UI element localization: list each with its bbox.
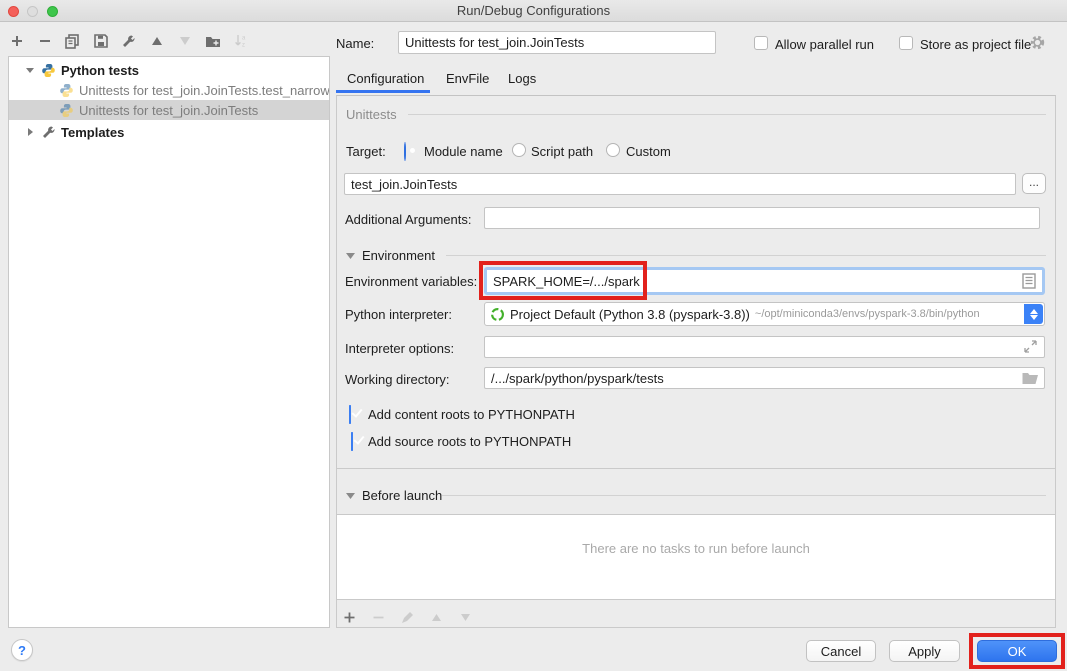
before-launch-toolbar [341, 609, 474, 626]
interpreter-path: ~/opt/miniconda3/envs/pyspark-3.8/bin/py… [755, 308, 980, 320]
edit-task-icon [399, 609, 416, 626]
interpreter-options-input[interactable] [484, 336, 1045, 358]
new-folder-icon[interactable] [204, 33, 221, 50]
active-tab-indicator [336, 90, 430, 93]
move-task-down-icon [457, 609, 474, 626]
add-task-icon[interactable] [341, 609, 358, 626]
section-divider [336, 468, 1056, 469]
environment-variables-input[interactable]: SPARK_HOME=/.../spark [484, 267, 1045, 295]
tab-configuration[interactable]: Configuration [347, 71, 424, 86]
move-task-up-icon [428, 609, 445, 626]
sort-alphabetically-icon: az [232, 33, 249, 50]
name-input[interactable] [398, 31, 716, 54]
title-bar: Run/Debug Configurations [0, 0, 1067, 22]
before-launch-empty-text: There are no tasks to run before launch [336, 541, 1056, 556]
target-module-name-radio[interactable] [404, 142, 406, 161]
help-label: ? [18, 643, 26, 658]
window-title: Run/Debug Configurations [0, 3, 1067, 18]
conda-environment-icon [490, 307, 505, 322]
python-icon [41, 63, 56, 78]
python-test-icon [59, 83, 74, 98]
unittests-group-title: Unittests [346, 107, 397, 122]
group-divider [408, 114, 1046, 115]
target-label: Target: [346, 144, 386, 159]
tree-item-label: Templates [61, 125, 124, 140]
store-as-project-file-checkbox[interactable] [899, 36, 913, 50]
target-script-path-label: Script path [531, 144, 593, 159]
edit-templates-icon[interactable] [120, 33, 137, 50]
python-test-icon [59, 103, 74, 118]
target-module-name-label: Module name [424, 144, 503, 159]
working-directory-input[interactable] [484, 367, 1045, 389]
target-custom-label: Custom [626, 144, 671, 159]
wrench-icon [41, 125, 56, 140]
ok-button[interactable]: OK [977, 640, 1057, 662]
add-source-roots-label: Add source roots to PYTHONPATH [368, 434, 571, 449]
environment-variables-label: Environment variables: [345, 274, 477, 289]
save-configuration-icon[interactable] [92, 33, 109, 50]
group-divider [446, 255, 1046, 256]
folder-icon[interactable] [1022, 371, 1039, 384]
tree-item-templates[interactable]: Templates [9, 122, 329, 142]
add-source-roots-checkbox[interactable] [351, 432, 353, 451]
before-launch-section-title: Before launch [362, 488, 442, 503]
interpreter-options-label: Interpreter options: [345, 341, 454, 356]
move-down-icon [176, 33, 193, 50]
additional-arguments-input[interactable] [484, 207, 1040, 229]
browse-button[interactable]: ... [1022, 173, 1046, 194]
help-button[interactable]: ? [11, 639, 33, 661]
name-label: Name: [336, 36, 374, 51]
remove-task-icon [370, 609, 387, 626]
target-script-path-radio[interactable] [512, 143, 526, 157]
apply-button[interactable]: Apply [889, 640, 960, 662]
store-as-project-file-label: Store as project file [920, 37, 1031, 52]
show-variables-icon[interactable] [1022, 273, 1036, 289]
target-custom-radio[interactable] [606, 143, 620, 157]
configurations-tree: Python tests Unittests for test_join.Joi… [8, 56, 330, 628]
remove-configuration-icon[interactable] [36, 33, 53, 50]
group-divider [442, 495, 1046, 496]
collapse-before-launch-icon[interactable] [346, 492, 355, 500]
collapse-environment-icon[interactable] [346, 252, 355, 260]
tree-item-label: Python tests [61, 63, 139, 78]
move-up-icon[interactable] [148, 33, 165, 50]
tab-envfile[interactable]: EnvFile [446, 71, 489, 86]
working-directory-label: Working directory: [345, 372, 450, 387]
tree-item-jointests-selected[interactable]: Unittests for test_join.JoinTests [9, 100, 329, 120]
chevron-down-icon[interactable] [25, 65, 35, 75]
tree-item-test-narrow[interactable]: Unittests for test_join.JoinTests.test_n… [9, 80, 329, 100]
add-configuration-icon[interactable] [8, 33, 25, 50]
tab-logs[interactable]: Logs [508, 71, 536, 86]
allow-parallel-run-label: Allow parallel run [775, 37, 874, 52]
expand-field-icon[interactable] [1024, 340, 1037, 353]
svg-text:a: a [242, 36, 246, 42]
environment-section-title: Environment [362, 248, 435, 263]
interpreter-dropdown-stepper[interactable] [1024, 304, 1043, 324]
allow-parallel-run-checkbox[interactable] [754, 36, 768, 50]
before-launch-task-list[interactable] [336, 514, 1056, 600]
interpreter-value: Project Default (Python 3.8 (pyspark-3.8… [510, 307, 750, 322]
tree-item-label: Unittests for test_join.JoinTests.test_n… [79, 83, 329, 98]
tree-item-python-tests[interactable]: Python tests [9, 60, 329, 80]
tree-item-label: Unittests for test_join.JoinTests [79, 103, 258, 118]
svg-text:z: z [242, 43, 245, 49]
gear-icon[interactable] [1029, 34, 1046, 56]
python-interpreter-label: Python interpreter: [345, 307, 452, 322]
configurations-toolbar: az [8, 30, 249, 52]
environment-variables-value: SPARK_HOME=/.../spark [487, 274, 1022, 289]
add-content-roots-checkbox[interactable] [349, 405, 351, 424]
add-content-roots-label: Add content roots to PYTHONPATH [368, 407, 575, 422]
additional-arguments-label: Additional Arguments: [345, 212, 471, 227]
target-value-input[interactable] [344, 173, 1016, 195]
chevron-right-icon[interactable] [25, 127, 35, 137]
python-interpreter-select[interactable]: Project Default (Python 3.8 (pyspark-3.8… [484, 302, 1045, 326]
copy-configuration-icon[interactable] [64, 33, 81, 50]
cancel-button[interactable]: Cancel [806, 640, 876, 662]
